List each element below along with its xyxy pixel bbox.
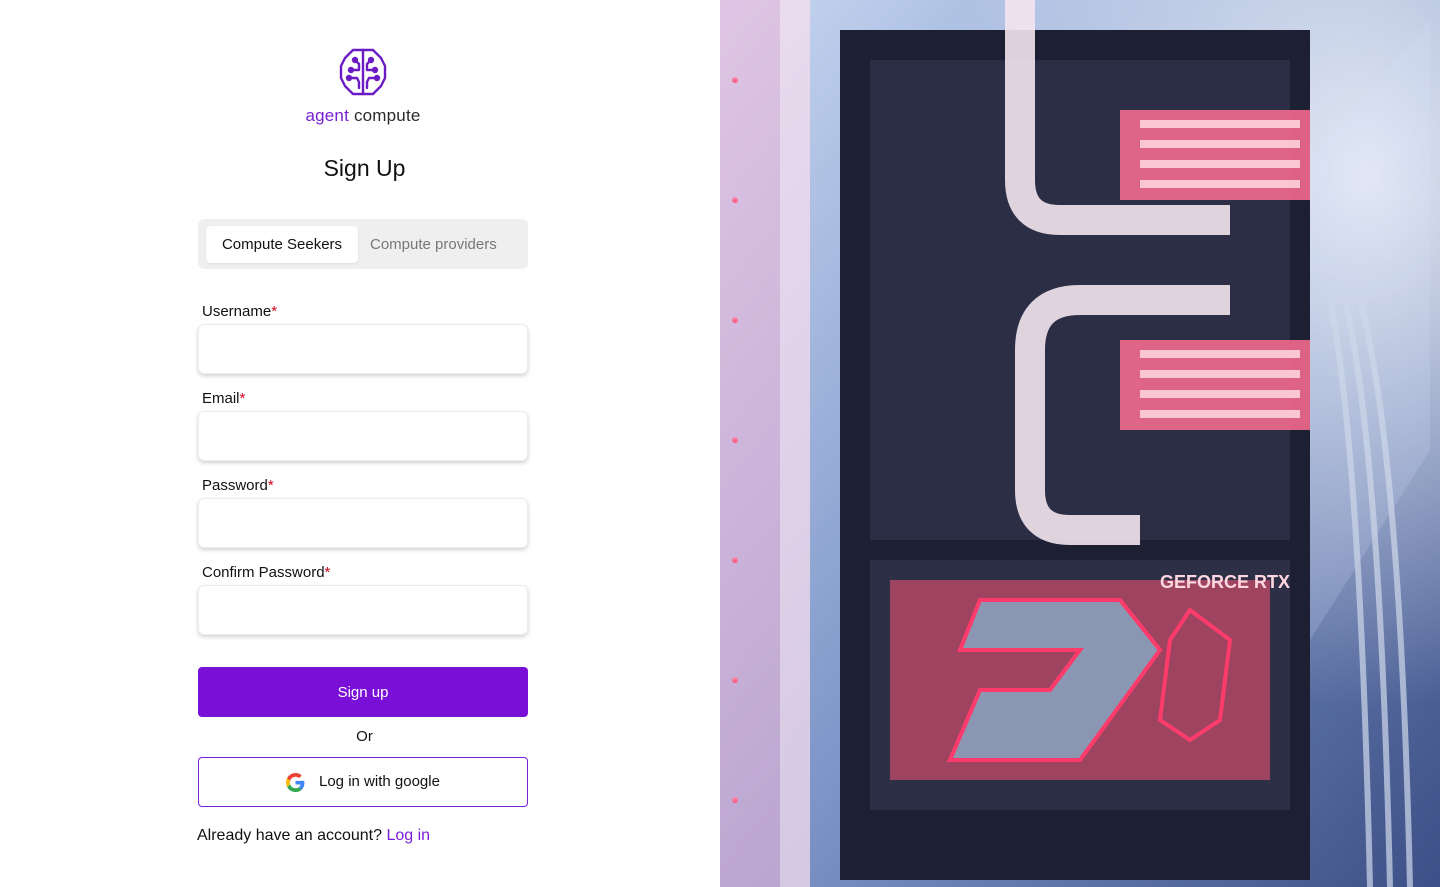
page-title: Sign Up — [323, 155, 406, 181]
username-label-text: Username — [202, 303, 272, 320]
email-label-text: Email — [202, 390, 240, 407]
brand-name-part2: compute — [353, 106, 421, 125]
username-label: Username* — [202, 303, 277, 320]
tab-compute-providers[interactable]: Compute providers — [366, 226, 516, 263]
email-input[interactable] — [198, 411, 528, 461]
google-g-icon — [286, 773, 305, 792]
login-link[interactable]: Log in — [386, 827, 430, 844]
already-text: Already have an account? — [197, 827, 383, 844]
email-label: Email* — [202, 390, 245, 407]
signup-button[interactable]: Sign up — [198, 667, 528, 717]
hero-image: GEFORCE RTX — [720, 0, 1440, 887]
confirm-password-input[interactable] — [198, 585, 528, 635]
required-mark: * — [324, 564, 331, 581]
account-type-tabs: Compute Seekers Compute providers — [198, 219, 528, 269]
required-mark: * — [267, 477, 274, 494]
login-prompt: Already have an account? Log in — [197, 827, 430, 845]
google-login-button[interactable]: Log in with google — [198, 757, 528, 807]
confirm-password-label: Confirm Password* — [202, 564, 330, 581]
brand-name-part1: agent — [305, 106, 349, 125]
signup-panel: agent compute Sign Up Compute Seekers Co… — [0, 0, 720, 887]
password-label: Password* — [202, 477, 274, 494]
svg-text:GEFORCE RTX: GEFORCE RTX — [1160, 572, 1290, 592]
or-divider: Or — [356, 728, 373, 745]
required-mark: * — [239, 390, 246, 407]
brand-name: agent compute — [0, 106, 726, 126]
password-input[interactable] — [198, 498, 528, 548]
pc-build-illustration: GEFORCE RTX — [720, 0, 1440, 887]
brain-circuit-icon — [339, 48, 387, 96]
password-label-text: Password — [202, 477, 268, 494]
required-mark: * — [271, 303, 278, 320]
google-login-label: Log in with google — [319, 773, 440, 790]
tab-compute-seekers[interactable]: Compute Seekers — [206, 226, 358, 263]
username-input[interactable] — [198, 324, 528, 374]
confirm-password-label-text: Confirm Password — [202, 564, 325, 581]
